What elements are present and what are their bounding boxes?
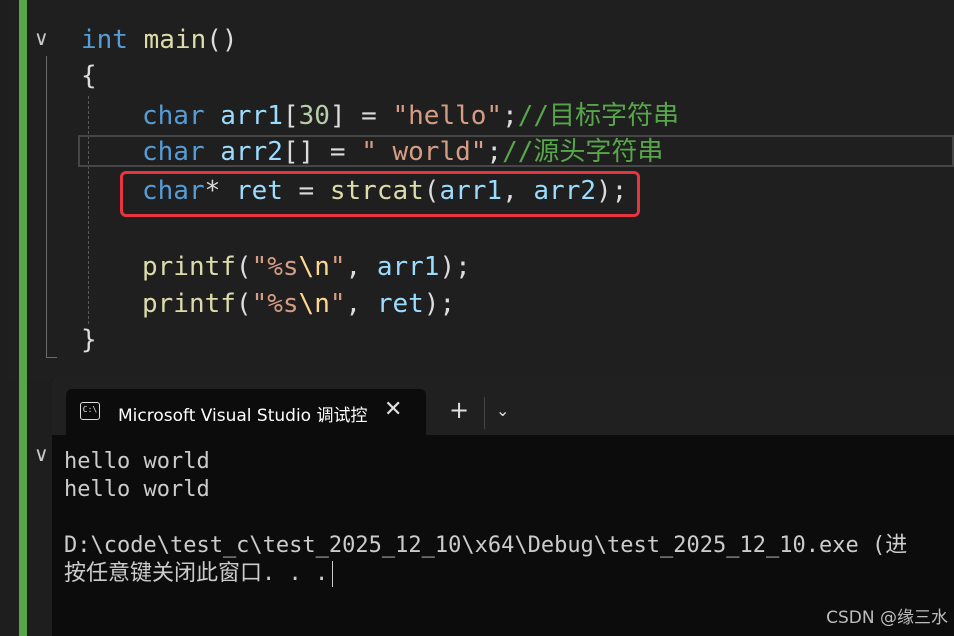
punct: ); [423, 289, 456, 319]
terminal-output-text: 按任意键关闭此窗口. . . [64, 561, 329, 586]
editor-margin [0, 0, 7, 636]
terminal-tab-bar: C:\ Microsoft Visual Studio 调试控 ✕ + ⌄ [52, 375, 954, 435]
variable: ret [376, 289, 424, 319]
escape-sequence: \n [298, 289, 330, 319]
variable: arr1 [376, 252, 440, 282]
outline-guide [46, 56, 47, 358]
function-name: main [143, 25, 207, 55]
comment: //源头字符串 [502, 137, 664, 167]
function-name: printf [142, 289, 236, 319]
divider [484, 397, 485, 429]
change-tracking-bar [19, 0, 27, 636]
string: " [329, 289, 346, 319]
terminal-tab[interactable]: C:\ Microsoft Visual Studio 调试控 ✕ [66, 389, 426, 435]
code-line-7: printf("%s\n", ret); [142, 286, 455, 322]
brace: } [81, 325, 97, 355]
chevron-down-icon[interactable]: ∨ [34, 442, 49, 466]
code-line-3: char arr1[30] = "hello";//目标字符串 [142, 98, 679, 134]
punct: , [345, 289, 377, 319]
keyword: char [142, 101, 205, 131]
variable: arr2 [220, 137, 283, 167]
punct: ); [439, 252, 471, 282]
punct: () [206, 25, 238, 55]
chevron-down-icon[interactable]: ∨ [34, 26, 49, 50]
terminal-output-prompt: 按任意键关闭此窗口. . . [64, 560, 334, 588]
code-line-1: int main() [81, 22, 238, 58]
highlight-annotation-box [120, 171, 640, 217]
comment: //目标字符串 [517, 101, 680, 131]
watermark: CSDN @缘三水 [826, 608, 948, 628]
code-line-2: { [81, 58, 97, 94]
terminal-output-line: hello world [64, 477, 210, 502]
punct: ( [235, 289, 252, 319]
string: " [329, 252, 346, 282]
keyword: char [142, 137, 205, 167]
string: "%s [251, 289, 299, 319]
keyword: int [81, 25, 128, 55]
punct: ; [486, 137, 503, 167]
punct: [ [282, 101, 299, 131]
punct: , [345, 252, 377, 282]
escape-sequence: \n [298, 252, 330, 282]
terminal-output-line: D:\code\test_c\test_2025_12_10\x64\Debug… [64, 533, 908, 558]
punct: ] = [329, 101, 393, 131]
terminal-window[interactable]: C:\ Microsoft Visual Studio 调试控 ✕ + ⌄ he… [52, 375, 954, 636]
terminal-output-line: hello world [64, 449, 210, 474]
code-line-4: char arr2[] = " world";//源头字符串 [142, 134, 663, 170]
code-line-8: } [81, 322, 97, 358]
function-name: printf [142, 252, 236, 282]
code-line-6: printf("%s\n", arr1); [142, 249, 471, 285]
outline-guide-end [46, 357, 57, 358]
punct: [] = [282, 137, 362, 167]
string: " world" [361, 137, 487, 167]
variable: arr1 [220, 101, 283, 131]
close-icon[interactable]: ✕ [384, 397, 402, 422]
indent-guide [88, 96, 89, 324]
text-cursor [332, 561, 334, 587]
chevron-down-icon[interactable]: ⌄ [496, 401, 509, 420]
tab-title: Microsoft Visual Studio 调试控 [118, 406, 368, 426]
new-tab-button[interactable]: + [449, 397, 469, 423]
brace: { [81, 61, 97, 91]
punct: ; [502, 101, 518, 131]
string: "%s [251, 252, 299, 282]
number: 30 [298, 101, 330, 131]
string: "hello" [392, 101, 503, 131]
console-icon: C:\ [80, 402, 100, 420]
punct: ( [235, 252, 252, 282]
